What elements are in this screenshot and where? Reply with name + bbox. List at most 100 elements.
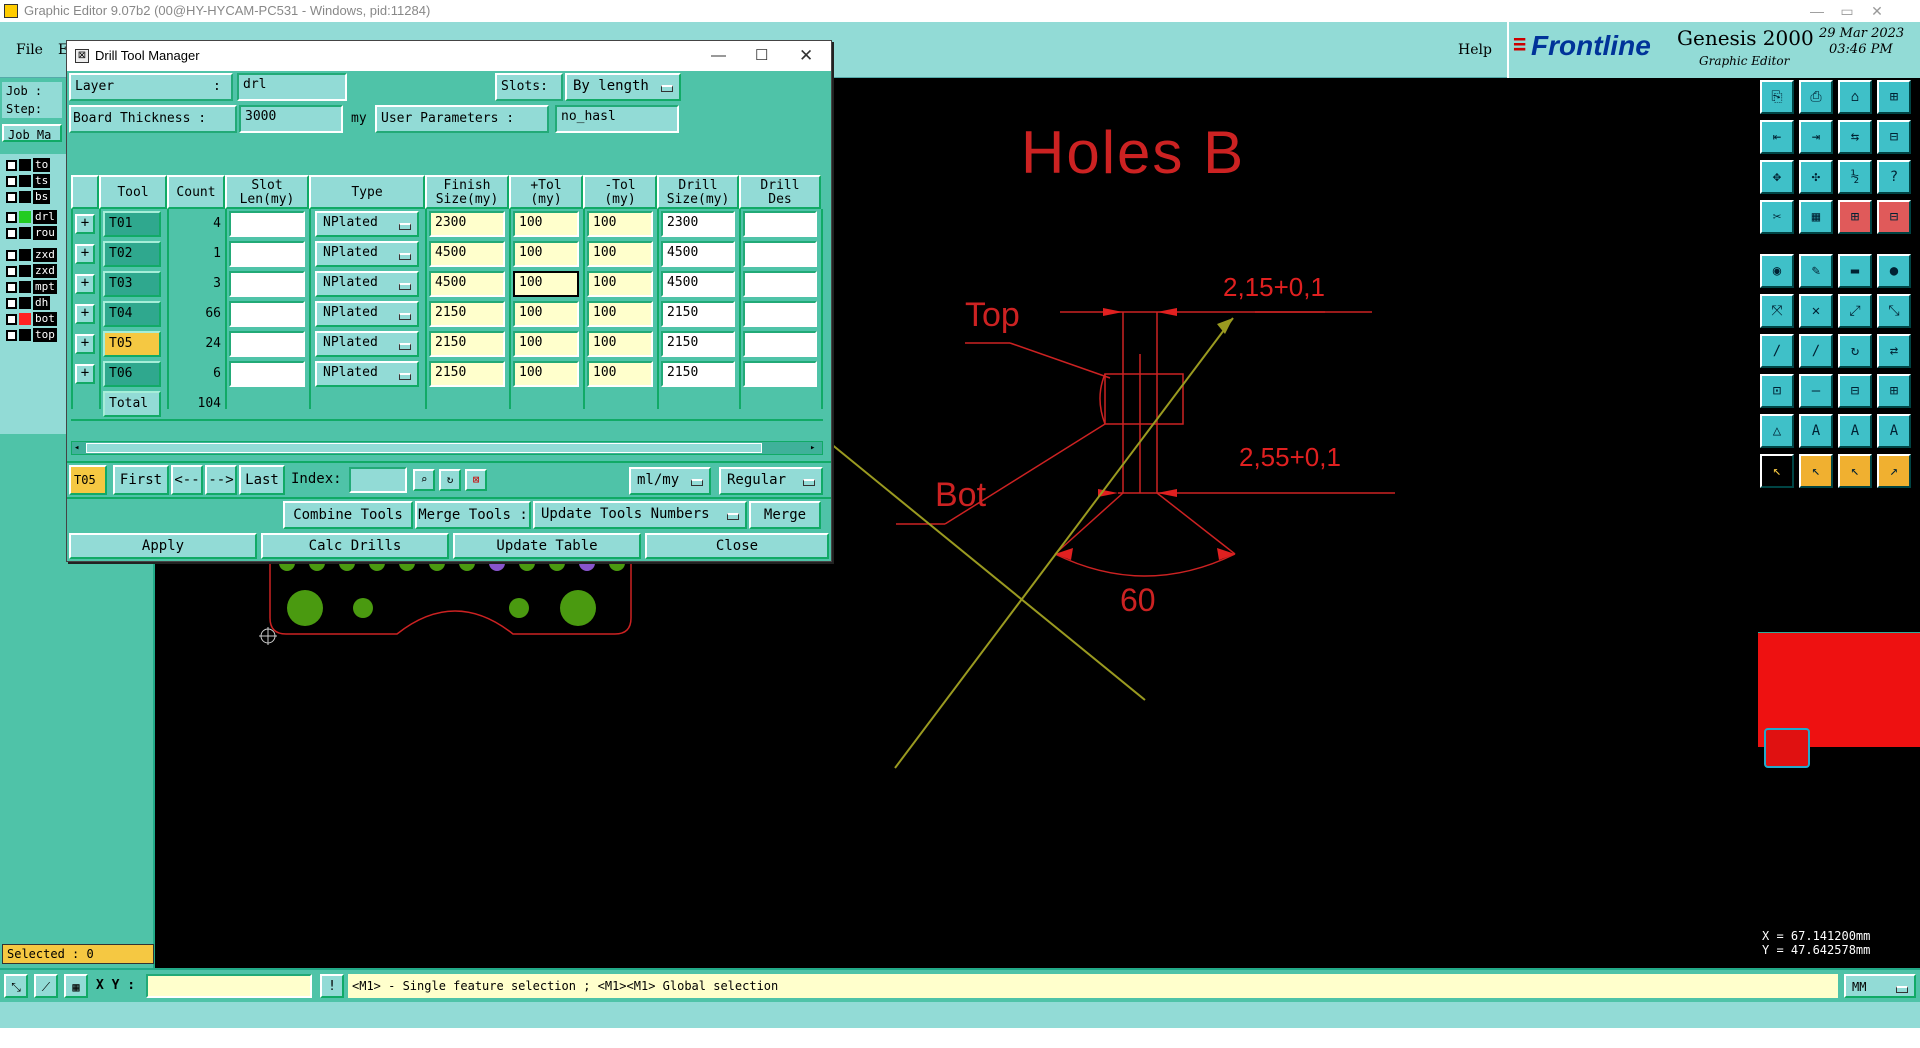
slot-len-input[interactable] — [229, 241, 305, 267]
user-parameters-input[interactable]: no_hasl — [555, 105, 679, 133]
plus-tol-input[interactable]: 100 — [513, 301, 579, 327]
close-icon[interactable]: ✕ — [1862, 0, 1892, 22]
type-select[interactable]: NPlated — [315, 271, 419, 297]
delete-icon[interactable]: ⊠ — [465, 469, 487, 491]
finish-size-input[interactable]: 2300 — [429, 211, 505, 237]
layer-checkbox[interactable] — [6, 265, 17, 277]
plus-tol-input[interactable]: 100 — [513, 271, 579, 297]
next-button[interactable]: --> — [205, 465, 237, 495]
pointer-alt-icon[interactable]: ↖ — [1799, 454, 1833, 488]
close-button[interactable]: Close — [645, 533, 829, 559]
undo-icon[interactable]: ⇤ — [1760, 120, 1794, 154]
plus-tol-input[interactable]: 100 — [513, 211, 579, 237]
layer-row[interactable]: dh — [6, 296, 64, 311]
combine-tools-button[interactable]: Combine Tools — [283, 501, 413, 529]
layer-checkbox[interactable] — [6, 281, 17, 293]
layer-row[interactable]: bot — [6, 312, 64, 327]
layer-checkbox[interactable] — [6, 249, 17, 261]
rotate-icon[interactable]: ↻ — [1838, 334, 1872, 368]
text-a-icon[interactable]: A — [1799, 414, 1833, 448]
layer-checkbox[interactable] — [6, 175, 17, 187]
layer-row[interactable]: rou — [6, 226, 64, 241]
group-icon[interactable]: ⊞ — [1877, 374, 1911, 408]
select-icon[interactable]: ✂ — [1760, 200, 1794, 234]
slot-len-input[interactable] — [229, 301, 305, 327]
job-matrix-button[interactable]: Job Ma — [2, 124, 62, 142]
layer-row[interactable]: bs — [6, 190, 64, 205]
finish-size-input[interactable]: 4500 — [429, 271, 505, 297]
minimize-icon[interactable]: — — [1802, 0, 1832, 22]
tool-button[interactable]: T06 — [103, 361, 161, 387]
menu-help[interactable]: Help — [1458, 42, 1492, 58]
maximize-icon[interactable]: ☐ — [755, 41, 768, 71]
slot-len-input[interactable] — [229, 361, 305, 387]
layers-icon[interactable]: ⊞ — [1838, 200, 1872, 234]
edit-icon[interactable]: ✎ — [1799, 254, 1833, 288]
slash-icon[interactable]: ∕ — [1799, 334, 1833, 368]
center-icon[interactable]: ✣ — [1799, 160, 1833, 194]
update-tools-numbers-select[interactable]: Update Tools Numbers — [533, 501, 747, 529]
minus-tol-input[interactable]: 100 — [587, 241, 653, 267]
index-input[interactable] — [349, 467, 407, 493]
pointer-route-icon[interactable]: ↗ — [1877, 454, 1911, 488]
plus-tol-input[interactable]: 100 — [513, 331, 579, 357]
layer-row[interactable]: drl — [6, 210, 64, 225]
tool-button[interactable]: T04 — [103, 301, 161, 327]
drill-des-input[interactable] — [743, 241, 817, 267]
tool-button[interactable]: T03 — [103, 271, 161, 297]
open-icon[interactable]: ⎘ — [1760, 80, 1794, 114]
info-icon[interactable]: ! — [320, 974, 344, 998]
minus-icon[interactable]: — — [1799, 374, 1833, 408]
mirror-icon[interactable]: ⇄ — [1877, 334, 1911, 368]
save-icon[interactable]: ⎙ — [1799, 80, 1833, 114]
type-select[interactable]: NPlated — [315, 211, 419, 237]
minus-tol-input[interactable]: 100 — [587, 271, 653, 297]
layer-checkbox[interactable] — [6, 211, 17, 223]
zoom-fit-icon[interactable]: ⤡ — [4, 974, 28, 998]
xy-input[interactable] — [146, 974, 312, 998]
grid-toggle-icon[interactable]: ▦ — [1799, 200, 1833, 234]
swap-icon[interactable]: ⇆ — [1838, 120, 1872, 154]
finish-size-input[interactable]: 2150 — [429, 301, 505, 327]
thickness-input[interactable]: 3000 — [239, 105, 343, 133]
menu-file[interactable]: File — [16, 42, 43, 58]
cross-icon[interactable]: ✕ — [1799, 294, 1833, 328]
layer-row[interactable]: mpt — [6, 280, 64, 295]
minimize-icon[interactable]: — — [711, 41, 726, 71]
layer-row[interactable]: to — [6, 158, 64, 173]
expand-row-icon[interactable]: + — [75, 334, 95, 354]
find-icon[interactable]: ⌕ — [413, 469, 435, 491]
units-select[interactable]: MM — [1844, 974, 1916, 998]
ruler-icon[interactable]: ▬ — [1838, 254, 1872, 288]
horizontal-scrollbar[interactable]: ◂ ▸ — [71, 441, 823, 455]
circle-icon[interactable]: ● — [1877, 254, 1911, 288]
drill-size-input[interactable]: 2150 — [661, 361, 735, 387]
connect-icon[interactable]: ⤧ — [1760, 294, 1794, 328]
apply-button[interactable]: Apply — [69, 533, 257, 559]
layer-input[interactable]: drl — [237, 73, 347, 101]
layer-row[interactable]: zxd — [6, 264, 64, 279]
layer-checkbox[interactable] — [6, 159, 17, 171]
filter-icon[interactable]: ⊟ — [1877, 200, 1911, 234]
expand-row-icon[interactable]: + — [75, 364, 95, 384]
tool-button[interactable]: T05 — [103, 331, 161, 357]
triangle-icon[interactable]: △ — [1760, 414, 1794, 448]
expand-row-icon[interactable]: + — [75, 214, 95, 234]
finish-size-input[interactable]: 2150 — [429, 331, 505, 357]
layer-checkbox[interactable] — [6, 227, 17, 239]
minus-tol-input[interactable]: 100 — [587, 211, 653, 237]
prev-button[interactable]: <-- — [171, 465, 203, 495]
drill-size-input[interactable]: 2150 — [661, 331, 735, 357]
calc-drills-button[interactable]: Calc Drills — [261, 533, 449, 559]
layer-checkbox[interactable] — [6, 191, 17, 203]
minus-tol-input[interactable]: 100 — [587, 361, 653, 387]
minus-tol-input[interactable]: 100 — [587, 301, 653, 327]
text-c-icon[interactable]: A — [1877, 414, 1911, 448]
mode-select[interactable]: Regular — [719, 467, 823, 495]
fit-icon[interactable]: ✥ — [1760, 160, 1794, 194]
scroll-right-icon[interactable]: ▸ — [810, 443, 820, 453]
expand-row-icon[interactable]: + — [75, 304, 95, 324]
drill-des-input[interactable] — [743, 211, 817, 237]
restore-icon[interactable]: ▭ — [1832, 0, 1862, 22]
text-b-icon[interactable]: A — [1838, 414, 1872, 448]
